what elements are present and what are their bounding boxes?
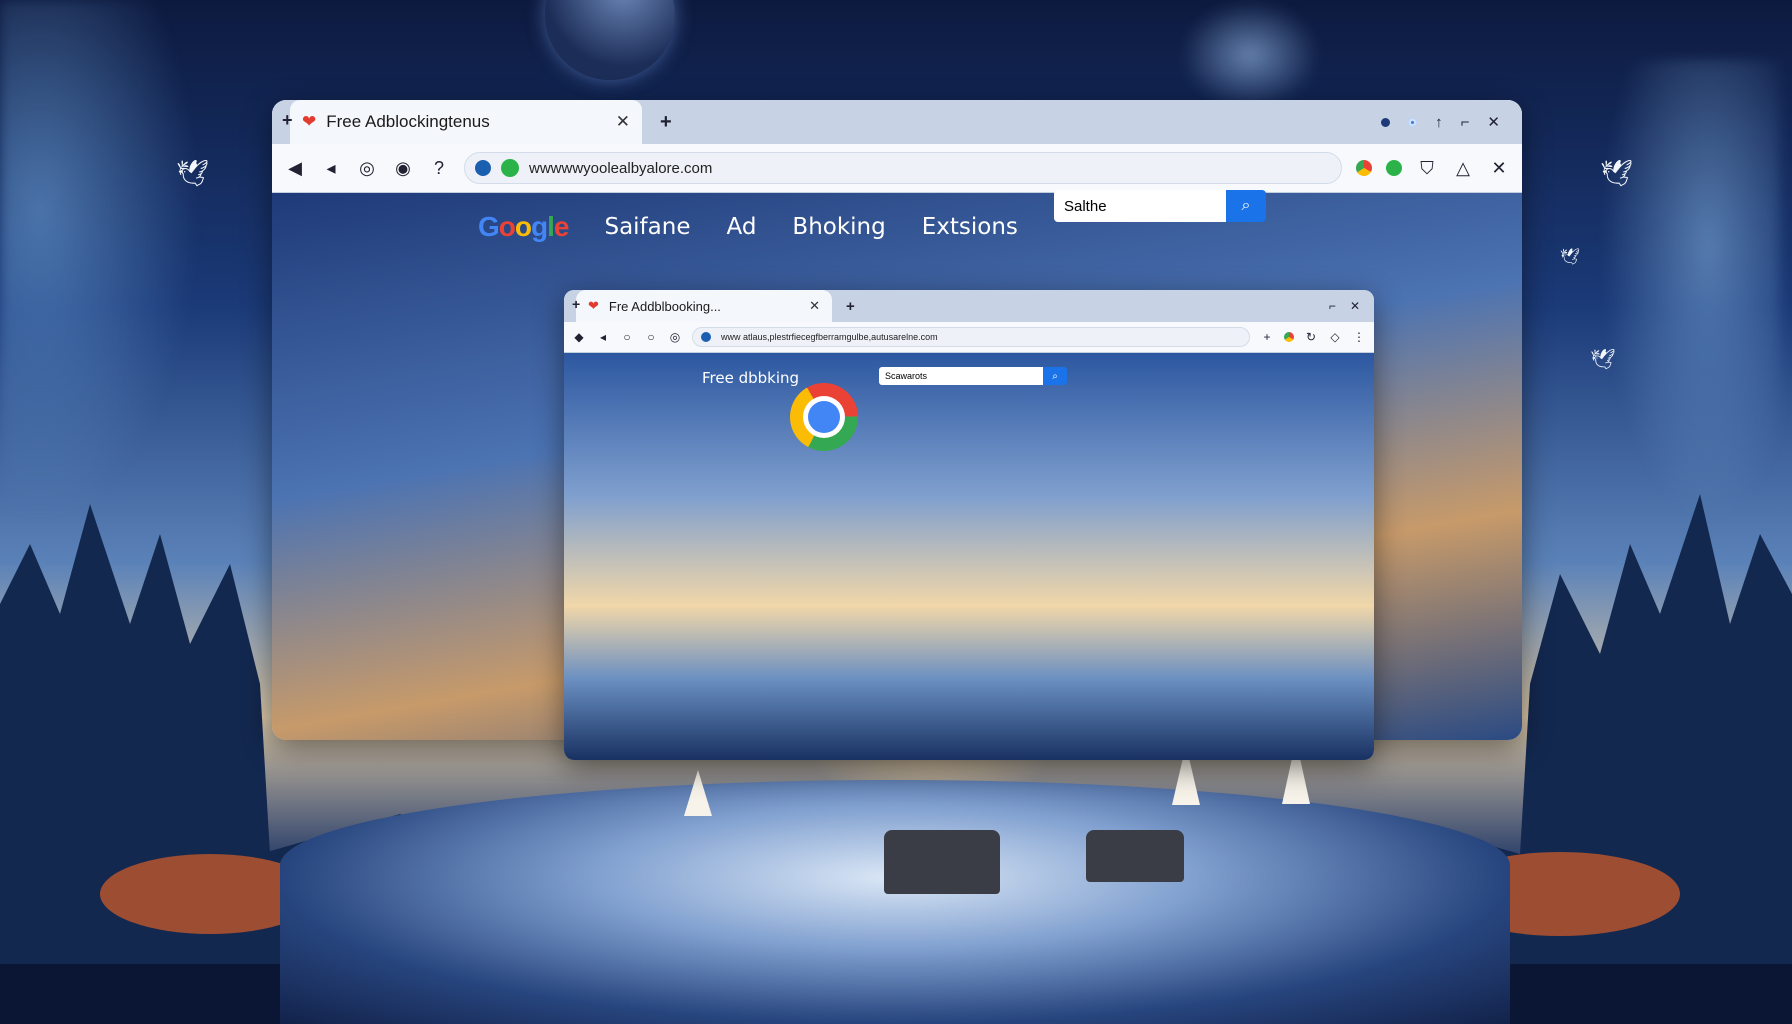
inner-window-controls: ⌐ ✕ xyxy=(1329,299,1374,313)
inner-search-input[interactable] xyxy=(879,367,1043,385)
close-window-icon[interactable]: ✕ xyxy=(1487,113,1500,131)
help-icon[interactable]: ? xyxy=(428,158,450,179)
nav-link-ad[interactable]: Ad xyxy=(726,214,756,240)
restore-icon[interactable]: ⌐ xyxy=(1329,299,1336,313)
more-icon[interactable]: ⋮ xyxy=(1352,330,1366,344)
inner-tab-bar: + ❤ Fre Addblbooking... ✕ + ⌐ ✕ xyxy=(564,290,1374,322)
inner-browser-tab[interactable]: ❤ Fre Addblbooking... ✕ xyxy=(576,290,832,322)
home-icon[interactable]: ◉ xyxy=(392,158,414,179)
inner-browser-window: + ❤ Fre Addblbooking... ✕ + ⌐ ✕ ◆ ◂ ○ ○ … xyxy=(564,290,1374,760)
aurora-top xyxy=(1180,0,1320,110)
refresh-icon[interactable]: ↻ xyxy=(1304,330,1318,344)
bird: 🕊 xyxy=(176,158,210,188)
site-info-icon[interactable] xyxy=(701,332,711,342)
bird: 🕊 xyxy=(1590,349,1616,371)
inner-close-tab-icon[interactable]: ✕ xyxy=(809,298,820,314)
browser-tab[interactable]: ❤ Free Adblockingtenus ✕ xyxy=(290,100,642,144)
close-tab-icon[interactable]: ✕ xyxy=(616,112,630,132)
shield-icon[interactable]: ⛉ xyxy=(1416,158,1438,179)
site-info-icon[interactable] xyxy=(475,160,491,176)
inner-new-tab-button-left[interactable]: + xyxy=(564,296,588,312)
record-icon[interactable] xyxy=(1381,117,1391,127)
window-controls: ↑ ⌐ ✕ xyxy=(1381,113,1522,131)
nav-link-saifane[interactable]: Saifane xyxy=(604,214,690,240)
restore-icon[interactable]: ⌐ xyxy=(1461,114,1470,131)
inner-search-button[interactable]: ⌕ xyxy=(1043,367,1067,385)
search-icon: ⌕ xyxy=(1241,197,1251,214)
back-icon[interactable]: ◆ xyxy=(572,330,586,344)
forward-icon[interactable]: ◂ xyxy=(596,330,610,344)
heart-icon: ❤ xyxy=(588,298,599,313)
address-url: wwwwwyoolealbyalore.com xyxy=(529,159,713,177)
share-icon[interactable]: ◇ xyxy=(1328,330,1342,344)
inner-page-viewport: Free dbbking ⌕ xyxy=(564,353,1374,760)
search-input[interactable] xyxy=(1054,190,1226,222)
info-icon[interactable]: ◎ xyxy=(668,330,682,344)
back-icon[interactable]: ◀ xyxy=(284,158,306,179)
triangle-icon[interactable]: △ xyxy=(1452,158,1474,179)
pin-icon[interactable]: ↑ xyxy=(1435,114,1443,131)
add-icon[interactable]: + xyxy=(1260,330,1274,344)
address-bar[interactable]: wwwwwyoolealbyalore.com xyxy=(464,152,1342,184)
tab-bar: + ❤ Free Adblockingtenus ✕ + ↑ ⌐ ✕ xyxy=(272,100,1522,144)
nav-link-bhoking[interactable]: Bhoking xyxy=(792,214,885,240)
inner-tab-title: Fre Addblbooking... xyxy=(608,298,721,314)
new-tab-button[interactable]: + xyxy=(652,111,680,134)
tab-title: Free Adblockingtenus xyxy=(326,112,490,131)
close-icon[interactable]: ✕ xyxy=(1488,158,1510,179)
inner-browser-toolbar: ◆ ◂ ○ ○ ◎ www atlaus,plestrfiecegfberram… xyxy=(564,322,1374,353)
inner-search-box: ⌕ xyxy=(879,367,1067,385)
inner-new-tab-button[interactable]: + xyxy=(838,298,863,315)
inner-address-bar[interactable]: www atlaus,plestrfiecegfberramgulbe,autu… xyxy=(692,327,1250,347)
adblock-extension-icon[interactable] xyxy=(1386,160,1402,176)
forward-icon[interactable]: ◂ xyxy=(320,158,342,179)
reload-icon[interactable]: ○ xyxy=(620,330,634,344)
outer-search-box: ⌕ xyxy=(1054,190,1266,222)
browser-toolbar: ◀ ◂ ◎ ◉ ? wwwwwyoolealbyalore.com ⛉ △ ✕ xyxy=(272,144,1522,193)
chrome-logo-icon xyxy=(790,383,858,451)
bird: 🕊 xyxy=(1560,249,1581,266)
car xyxy=(884,830,1000,894)
secure-icon xyxy=(501,159,519,177)
car xyxy=(1086,830,1184,882)
google-logo[interactable]: Google xyxy=(478,211,569,243)
nav-link-extsions[interactable]: Extsions xyxy=(922,214,1018,240)
site-nav: Google Saifane Ad Bhoking Extsions xyxy=(478,211,1018,243)
inner-address-url: www atlaus,plestrfiecegfberramgulbe,autu… xyxy=(721,332,938,342)
search-button[interactable]: ⌕ xyxy=(1226,190,1266,222)
extension-icon[interactable] xyxy=(1284,332,1294,342)
close-window-icon[interactable]: ✕ xyxy=(1350,299,1360,313)
inner-page-heading: Free dbbking xyxy=(702,369,800,387)
search-icon: ⌕ xyxy=(1052,370,1058,382)
profile-icon[interactable] xyxy=(1408,117,1418,127)
extension-icon[interactable] xyxy=(1356,160,1372,176)
moon xyxy=(545,0,675,80)
ocean-waves xyxy=(280,780,1510,1024)
home-icon[interactable]: ○ xyxy=(644,330,658,344)
reload-icon[interactable]: ◎ xyxy=(356,158,378,179)
bird: 🕊 xyxy=(1600,158,1634,188)
heart-icon: ❤ xyxy=(302,112,317,131)
new-tab-button-left[interactable]: + xyxy=(274,110,301,131)
sailboat xyxy=(684,770,712,816)
